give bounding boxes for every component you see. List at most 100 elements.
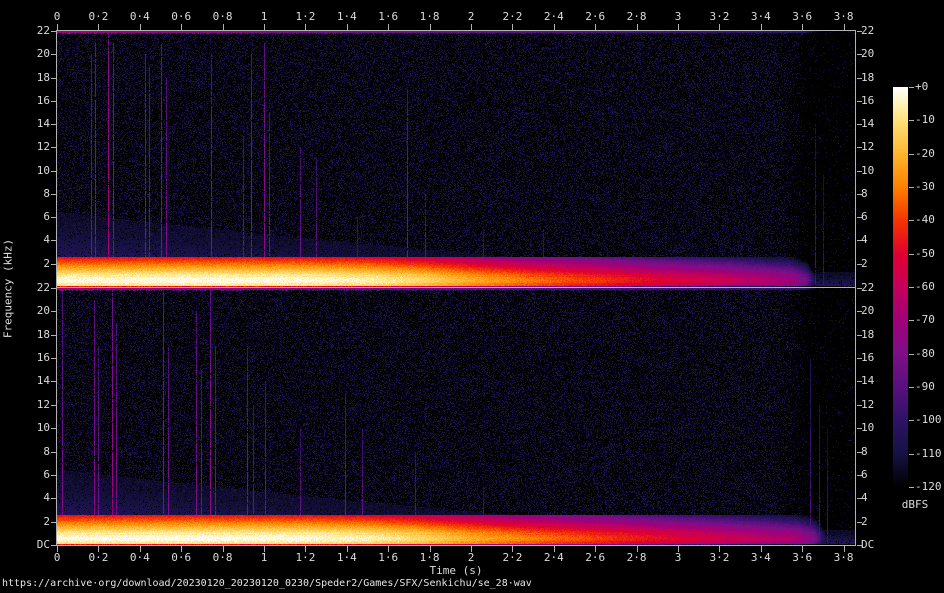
- freq-tick-label: 18: [861, 71, 901, 84]
- freq-tick: [51, 522, 56, 523]
- freq-tick-label: 20: [18, 304, 50, 317]
- dbfs-tick: [909, 87, 914, 88]
- dbfs-tick: [909, 387, 914, 388]
- freq-tick-label: 20: [861, 47, 901, 60]
- channel-divider-line: [56, 287, 856, 288]
- freq-tick-label: 14: [18, 117, 50, 130]
- time-tick-label: 3·8: [820, 10, 868, 23]
- freq-tick-label: 10: [18, 164, 50, 177]
- freq-tick-label: 2: [18, 257, 50, 270]
- time-tick: [844, 24, 845, 30]
- time-tick: [761, 24, 762, 30]
- freq-tick-label: 20: [18, 47, 50, 60]
- freq-tick-label: 6: [18, 468, 50, 481]
- time-tick: [430, 24, 431, 30]
- freq-tick-label: 14: [18, 374, 50, 387]
- freq-tick: [51, 452, 56, 453]
- time-tick: [678, 24, 679, 30]
- dbfs-tick: [909, 220, 914, 221]
- freq-tick: [51, 264, 56, 265]
- dbfs-tick-label: -80: [915, 347, 944, 360]
- time-tick: [471, 24, 472, 30]
- time-tick: [512, 24, 513, 30]
- freq-tick: [51, 475, 56, 476]
- dbfs-tick: [909, 420, 914, 421]
- time-tick: [181, 24, 182, 30]
- time-tick: [223, 24, 224, 30]
- freq-tick-label: 16: [18, 351, 50, 364]
- freq-tick-label: 12: [18, 398, 50, 411]
- dbfs-colorbar-title: dBFS: [891, 498, 939, 511]
- freq-tick: [51, 381, 56, 382]
- time-tick: [595, 24, 596, 30]
- spectrogram-channel-1-canvas: [57, 31, 855, 287]
- freq-tick-label: 22: [861, 24, 901, 37]
- dbfs-tick-label: -70: [915, 313, 944, 326]
- time-tick: [305, 24, 306, 30]
- freq-tick-label: 12: [18, 140, 50, 153]
- freq-tick-label: 2: [18, 515, 50, 528]
- dbfs-tick-label: -90: [915, 380, 944, 393]
- freq-tick-label: 8: [18, 187, 50, 200]
- dbfs-tick: [909, 154, 914, 155]
- freq-tick-label: 18: [18, 328, 50, 341]
- freq-tick: [51, 78, 56, 79]
- time-tick: [554, 24, 555, 30]
- freq-tick: [51, 428, 56, 429]
- freq-tick-label: 22: [18, 281, 50, 294]
- time-tick: [98, 24, 99, 30]
- frequency-axis-title: Frequency (kHz): [2, 229, 15, 349]
- freq-tick: [51, 288, 56, 289]
- freq-tick-label: DC: [18, 538, 50, 551]
- dbfs-colorbar: [893, 87, 908, 487]
- freq-tick-label: DC: [861, 538, 901, 551]
- time-tick-label: 3·8: [820, 551, 868, 564]
- dbfs-tick-label: -10: [915, 113, 944, 126]
- freq-tick: [51, 217, 56, 218]
- dbfs-tick-label: -20: [915, 147, 944, 160]
- dbfs-tick-label: -60: [915, 280, 944, 293]
- dbfs-tick: [909, 120, 914, 121]
- freq-tick-label: 22: [18, 24, 50, 37]
- freq-tick: [51, 171, 56, 172]
- freq-tick-label: 4: [18, 233, 50, 246]
- freq-tick: [51, 405, 56, 406]
- dbfs-tick: [909, 320, 914, 321]
- freq-tick-label: 6: [18, 210, 50, 223]
- freq-tick: [51, 358, 56, 359]
- dbfs-tick: [909, 454, 914, 455]
- freq-tick: [51, 124, 56, 125]
- time-tick: [719, 24, 720, 30]
- dbfs-tick: [909, 187, 914, 188]
- freq-tick: [51, 545, 56, 546]
- freq-tick: [51, 54, 56, 55]
- time-tick: [637, 24, 638, 30]
- time-tick: [388, 24, 389, 30]
- time-axis-title: Time (s): [306, 564, 606, 577]
- time-tick: [57, 24, 58, 30]
- dbfs-tick-label: -110: [915, 447, 944, 460]
- freq-tick: [51, 31, 56, 32]
- freq-tick-label: 10: [18, 421, 50, 434]
- dbfs-tick-label: -50: [915, 247, 944, 260]
- dbfs-tick-label: +0: [915, 80, 944, 93]
- dbfs-tick-label: -120: [915, 480, 944, 493]
- freq-tick: [51, 335, 56, 336]
- freq-tick: [51, 101, 56, 102]
- freq-tick: [51, 147, 56, 148]
- dbfs-tick: [909, 354, 914, 355]
- spectrogram-figure: Frequency (kHz) Time (s) 00·20·40·60·811…: [0, 0, 944, 593]
- dbfs-tick-label: -40: [915, 213, 944, 226]
- dbfs-tick: [909, 254, 914, 255]
- freq-tick: [51, 498, 56, 499]
- freq-tick: [51, 311, 56, 312]
- dbfs-tick-label: -30: [915, 180, 944, 193]
- source-url-text: https://archive·org/download/20230120_20…: [2, 577, 532, 590]
- dbfs-tick: [909, 287, 914, 288]
- freq-tick-label: 4: [18, 491, 50, 504]
- freq-tick-label: 16: [18, 94, 50, 107]
- freq-tick-label: 2: [861, 515, 901, 528]
- time-tick: [264, 24, 265, 30]
- dbfs-tick: [909, 487, 914, 488]
- time-tick: [802, 24, 803, 30]
